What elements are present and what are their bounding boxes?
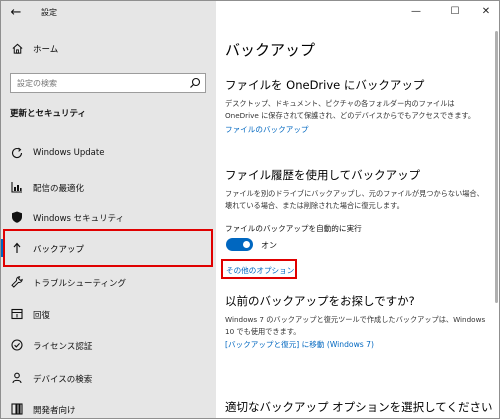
refresh-icon — [11, 147, 23, 159]
file-backup-link[interactable]: ファイルのバックアップ — [225, 124, 309, 135]
wrench-icon — [11, 276, 23, 288]
file-history-heading: ファイル履歴を使用してバックアップ — [225, 168, 421, 182]
auto-backup-label: ファイルのバックアップを自動的に実行 — [225, 224, 362, 233]
person-pin-icon — [12, 372, 22, 384]
maximize-button[interactable]: ☐ — [440, 1, 470, 23]
window-title: 設定 — [41, 8, 57, 17]
search-input[interactable] — [11, 74, 187, 92]
sidebar-item-label: デバイスの検索 — [33, 375, 93, 385]
older-backup-heading: 以前のバックアップをお探しですか? — [225, 294, 415, 308]
check-circle-icon — [11, 339, 23, 351]
sidebar-item-find-device[interactable]: デバイスの検索 — [1, 367, 216, 389]
sidebar: ← 設定 ホーム 更新とセキュリティ Windows Update — [1, 1, 216, 418]
search-icon[interactable] — [189, 77, 201, 89]
backup-restore-link[interactable]: [バックアップと復元] に移動 (Windows 7) — [225, 339, 374, 350]
back-arrow-icon[interactable]: ← — [7, 4, 25, 22]
auto-backup-toggle[interactable] — [226, 238, 253, 251]
page-title: バックアップ — [225, 41, 316, 59]
onedrive-description: デスクトップ、ドキュメント、ピクチャの各フォルダー内のファイルは OneDriv… — [225, 99, 476, 120]
sidebar-item-home[interactable]: ホーム — [1, 39, 216, 59]
sidebar-item-developers[interactable]: 開発者向け — [1, 398, 216, 418]
more-options-link[interactable]: その他のオプション — [226, 265, 294, 276]
sidebar-item-label: 配信の最適化 — [33, 184, 85, 194]
toggle-knob — [243, 241, 250, 248]
sidebar-item-recovery[interactable]: 回復 — [1, 303, 216, 325]
home-label: ホーム — [33, 45, 59, 55]
sidebar-item-windows-update[interactable]: Windows Update — [1, 142, 216, 164]
sidebar-item-activation[interactable]: ライセンス認証 — [1, 334, 216, 356]
sidebar-item-label: 開発者向け — [33, 406, 76, 416]
toggle-state-label: オン — [261, 241, 277, 250]
sidebar-item-troubleshoot[interactable]: トラブルシューティング — [1, 271, 216, 293]
delivery-optimization-icon — [11, 182, 22, 193]
developer-icon — [11, 403, 23, 415]
section-title: 更新とセキュリティ — [10, 109, 86, 119]
minimize-button[interactable]: — — [401, 1, 431, 23]
choose-backup-heading: 適切なバックアップ オプションを選択してください — [225, 400, 493, 414]
sidebar-item-label: トラブルシューティング — [33, 279, 126, 289]
onedrive-heading: ファイルを OneDrive にバックアップ — [225, 78, 425, 92]
sidebar-item-label: Windows Update — [33, 148, 105, 158]
home-icon — [12, 43, 23, 54]
scrollbar[interactable] — [495, 31, 498, 303]
shield-icon — [12, 211, 22, 223]
search-box[interactable] — [10, 73, 206, 93]
recovery-icon — [11, 308, 23, 320]
sidebar-item-label: 回復 — [33, 311, 51, 321]
file-history-description: ファイルを別のドライブにバックアップし、元のファイルが見つからない場合、壊れてい… — [225, 189, 484, 210]
sidebar-item-label: Windows セキュリティ — [33, 214, 125, 224]
sidebar-item-delivery-optimization[interactable]: 配信の最適化 — [1, 176, 216, 198]
sidebar-item-windows-security[interactable]: Windows セキュリティ — [1, 206, 216, 228]
main-panel: — ☐ ✕ バックアップ ファイルを OneDrive にバックアップ デスクト… — [216, 1, 499, 418]
close-button[interactable]: ✕ — [471, 1, 499, 23]
highlight-box-backup — [3, 229, 213, 267]
sidebar-item-label: ライセンス認証 — [33, 342, 93, 352]
settings-window: ← 設定 ホーム 更新とセキュリティ Windows Update — [0, 0, 500, 419]
older-backup-description: Windows 7 のバックアップと復元ツールで作成したバックアップは、Wind… — [225, 315, 486, 336]
